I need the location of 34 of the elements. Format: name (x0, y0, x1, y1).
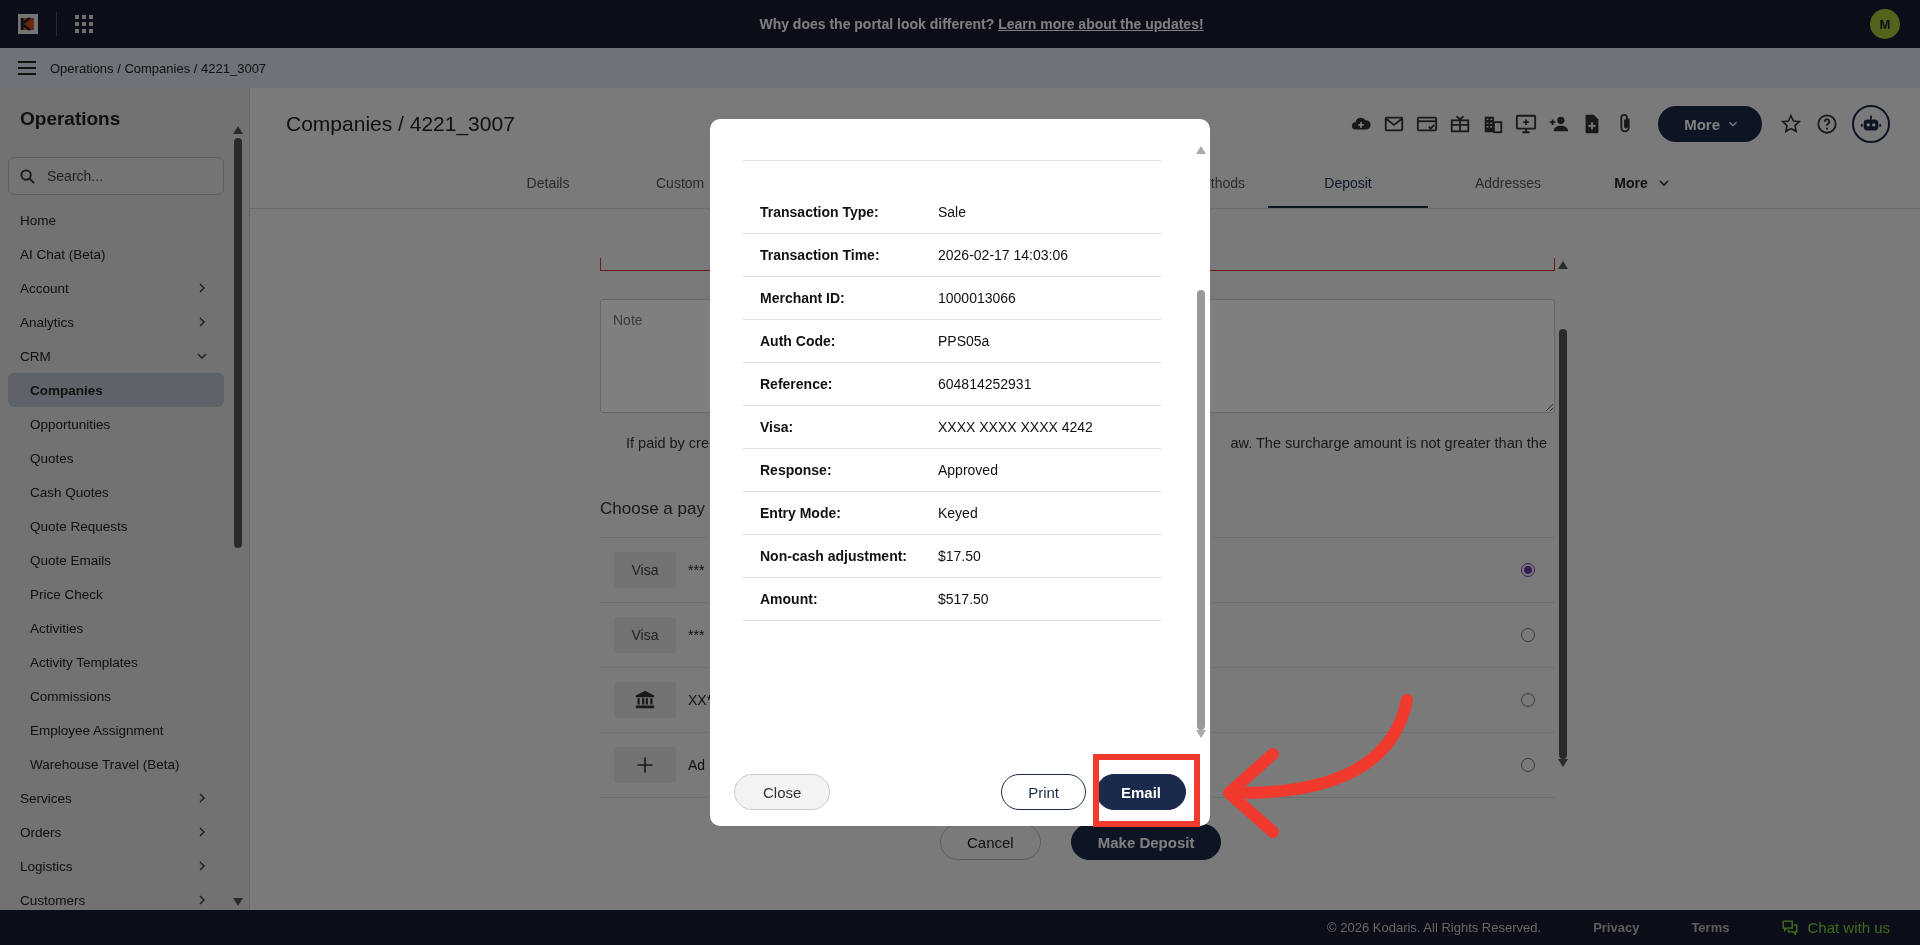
field-value: 2026-02-17 14:03:06 (938, 247, 1068, 263)
field-label: Transaction Time: (760, 247, 881, 263)
payment-text: Ad (688, 757, 706, 773)
field-value: PPS05a (938, 333, 990, 349)
field-label: Response: (760, 462, 833, 478)
card-type-label: Visa (614, 617, 676, 653)
field-label: Auth Code: (760, 333, 837, 349)
payment-text: XX* (688, 692, 713, 708)
surcharge-text: If paid by cre (626, 435, 709, 451)
field-value: 1000013066 (938, 290, 1016, 306)
surcharge-text: aw. The surcharge amount is not greater than the (1230, 435, 1547, 451)
field-label: Non-cash adjustment: (760, 548, 908, 564)
section-heading: Choose a pay (600, 499, 705, 519)
field-label: Merchant ID: (760, 290, 846, 306)
field-label: Amount: (760, 591, 819, 607)
field-label: Visa: (760, 419, 795, 435)
copyright-text: © 2026 Kodaris. All Rights Reserved. (1327, 920, 1542, 935)
page-title: Companies / 4221_3007 (286, 112, 516, 136)
breadcrumb: Operations / Companies / 4221_3007 (50, 60, 267, 76)
banner-text: Why does the portal look different? Learn more about the updates! (758, 16, 1205, 32)
card-type-label: Visa (614, 552, 676, 588)
field-value: $517.50 (938, 591, 989, 607)
field-value: 604814252931 (938, 376, 1032, 392)
field-label: Entry Mode: (760, 505, 842, 521)
field-value: Sale (938, 204, 967, 220)
field-label: Transaction Type: (760, 204, 880, 220)
payment-text: *** (688, 627, 705, 643)
sidebar-title: Operations (19, 107, 122, 131)
field-value: Approved (938, 462, 998, 478)
field-value: $17.50 (938, 548, 981, 564)
payment-text: *** (688, 562, 705, 578)
field-value: XXXX XXXX XXXX 4242 (938, 419, 1093, 435)
field-label: Reference: (760, 376, 834, 392)
field-value: Keyed (938, 505, 978, 521)
